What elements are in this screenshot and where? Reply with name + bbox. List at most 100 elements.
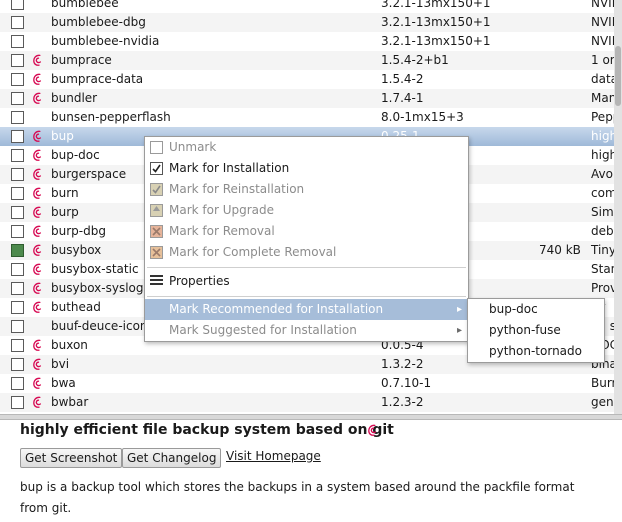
menu-item-mark-install[interactable]: Mark for Installation	[145, 158, 468, 179]
table-row[interactable]: bunsen-pepperflash8.0-1mx15+3Peppe	[0, 108, 622, 127]
debian-swirl-icon	[33, 225, 42, 237]
package-name: bunsen-pepperflash	[51, 110, 171, 124]
mark-checkbox[interactable]	[11, 282, 24, 295]
context-menu: Unmark Mark for Installation Mark for Re…	[144, 136, 469, 342]
mark-checkbox[interactable]	[11, 377, 24, 390]
debian-swirl-icon	[33, 130, 42, 142]
debian-swirl-icon	[33, 168, 42, 180]
get-screenshot-button[interactable]: Get Screenshot	[20, 448, 123, 468]
table-row[interactable]: bumblebee 3.2.1-13mx150+1 NVIDI	[0, 0, 622, 13]
menu-item-mark-removal[interactable]: Mark for Removal	[145, 221, 468, 242]
mark-checkbox[interactable]	[11, 54, 24, 67]
menu-item-mark-reinstall[interactable]: Mark for Reinstallation	[145, 179, 468, 200]
debian-swirl-icon	[33, 339, 42, 351]
package-name: bwa	[51, 376, 76, 390]
chevron-right-icon: ▸	[456, 304, 462, 315]
menu-item-mark-complete-removal[interactable]: Mark for Complete Removal	[145, 242, 468, 263]
mark-checkbox[interactable]	[11, 301, 24, 314]
submenu-item[interactable]: python-tornado	[468, 341, 604, 362]
menu-item-mark-recommended[interactable]: Mark Recommended for Installation ▸	[145, 299, 468, 320]
package-name: busybox-syslogd	[51, 281, 152, 295]
debian-swirl-icon	[33, 377, 42, 389]
menu-item-unmark[interactable]: Unmark	[145, 137, 468, 158]
scrollbar-thumb[interactable]	[615, 46, 621, 106]
mark-checkbox[interactable]	[11, 396, 24, 409]
debian-swirl-icon	[33, 149, 42, 161]
visit-homepage-link[interactable]: Visit Homepage	[226, 449, 321, 463]
package-name: bvi	[51, 357, 70, 371]
mark-checkbox[interactable]	[11, 168, 24, 181]
debian-swirl-icon	[33, 282, 42, 294]
mark-checkbox[interactable]	[11, 358, 24, 371]
package-version: 1.7.4-1	[381, 91, 424, 105]
debian-swirl-icon	[33, 92, 42, 104]
package-name: busybox-static	[51, 262, 139, 276]
debian-swirl-icon	[368, 424, 377, 436]
package-description: bup is a backup tool which stores the ba…	[20, 480, 575, 515]
menu-separator	[147, 267, 466, 268]
details-pane: highly efficient file backup system base…	[0, 420, 622, 522]
mark-checkbox[interactable]	[11, 263, 24, 276]
mark-checkbox[interactable]	[11, 244, 24, 257]
mark-checkbox[interactable]	[11, 111, 24, 124]
package-summary: highly efficient file backup system base…	[20, 422, 394, 438]
package-name: bumblebee-nvidia	[51, 34, 160, 48]
remove-icon	[150, 225, 163, 238]
mark-checkbox[interactable]	[11, 225, 24, 238]
debian-swirl-icon	[33, 301, 42, 313]
menu-item-mark-suggested[interactable]: Mark Suggested for Installation ▸	[145, 320, 468, 341]
package-name: buuf-deuce-icons	[51, 319, 154, 333]
mark-checkbox[interactable]	[11, 92, 24, 105]
mark-checkbox[interactable]	[11, 206, 24, 219]
table-row[interactable]: bwa 0.7.10-1 Burro	[0, 374, 622, 393]
table-row[interactable]: bumprace-data1.5.4-2data f	[0, 70, 622, 89]
package-name: bundler	[51, 91, 98, 105]
mark-checkbox[interactable]	[11, 0, 24, 10]
debian-swirl-icon	[33, 73, 42, 85]
table-row[interactable]: bundler 1.7.4-1 Mana	[0, 89, 622, 108]
submenu-item[interactable]: bup-doc	[468, 299, 604, 320]
package-version: 3.2.1-13mx150+1	[381, 34, 491, 48]
mark-checkbox[interactable]	[11, 73, 24, 86]
package-name: bumprace-data	[51, 72, 144, 86]
mark-checkbox[interactable]	[11, 339, 24, 352]
package-version: 8.0-1mx15+3	[381, 110, 464, 124]
mark-checkbox[interactable]	[11, 16, 24, 29]
table-row[interactable]: bumblebee-dbg 3.2.1-13mx150+1 NVIDI	[0, 13, 622, 32]
debian-swirl-icon	[33, 396, 42, 408]
mark-checkbox[interactable]	[11, 320, 24, 333]
submenu-item[interactable]: python-fuse	[468, 320, 604, 341]
package-name: bumblebee	[51, 0, 119, 10]
menu-item-mark-upgrade[interactable]: Mark for Upgrade	[145, 200, 468, 221]
package-size: 740 kB	[539, 243, 581, 257]
package-name: buxon	[51, 338, 88, 352]
package-name: bwbar	[51, 395, 89, 409]
table-row[interactable]: bumblebee-nvidia 3.2.1-13mx150+1 NVIDI	[0, 32, 622, 51]
mark-checkbox[interactable]	[11, 130, 24, 143]
mark-checkbox[interactable]	[11, 35, 24, 48]
package-version: 0.7.10-1	[381, 376, 432, 390]
table-row[interactable]: bwbar1.2.3-2gener	[0, 393, 622, 412]
table-row[interactable]: bumprace1.5.4-2+b11 or 2	[0, 51, 622, 70]
checkbox-icon	[150, 141, 163, 154]
debian-swirl-icon	[33, 358, 42, 370]
package-name: busybox	[51, 243, 102, 257]
debian-swirl-icon	[33, 54, 42, 66]
package-version: 1.5.4-2+b1	[381, 53, 449, 67]
upgrade-icon	[150, 204, 163, 217]
package-name: bumprace	[51, 53, 112, 67]
package-name: bup-doc	[51, 148, 100, 162]
properties-icon	[150, 275, 163, 288]
debian-swirl-icon	[33, 244, 42, 256]
package-name: bumblebee-dbg	[51, 15, 146, 29]
menu-separator	[147, 296, 466, 297]
mark-checkbox[interactable]	[11, 187, 24, 200]
package-name: burgerspace	[51, 167, 127, 181]
package-version: 1.3.2-2	[381, 357, 424, 371]
menu-item-properties[interactable]: Properties	[145, 271, 468, 292]
get-changelog-button[interactable]: Get Changelog	[122, 448, 222, 468]
mark-checkbox[interactable]	[11, 149, 24, 162]
package-name: bup	[51, 129, 74, 143]
package-name: burp-dbg	[51, 224, 106, 238]
chevron-right-icon: ▸	[456, 325, 462, 336]
